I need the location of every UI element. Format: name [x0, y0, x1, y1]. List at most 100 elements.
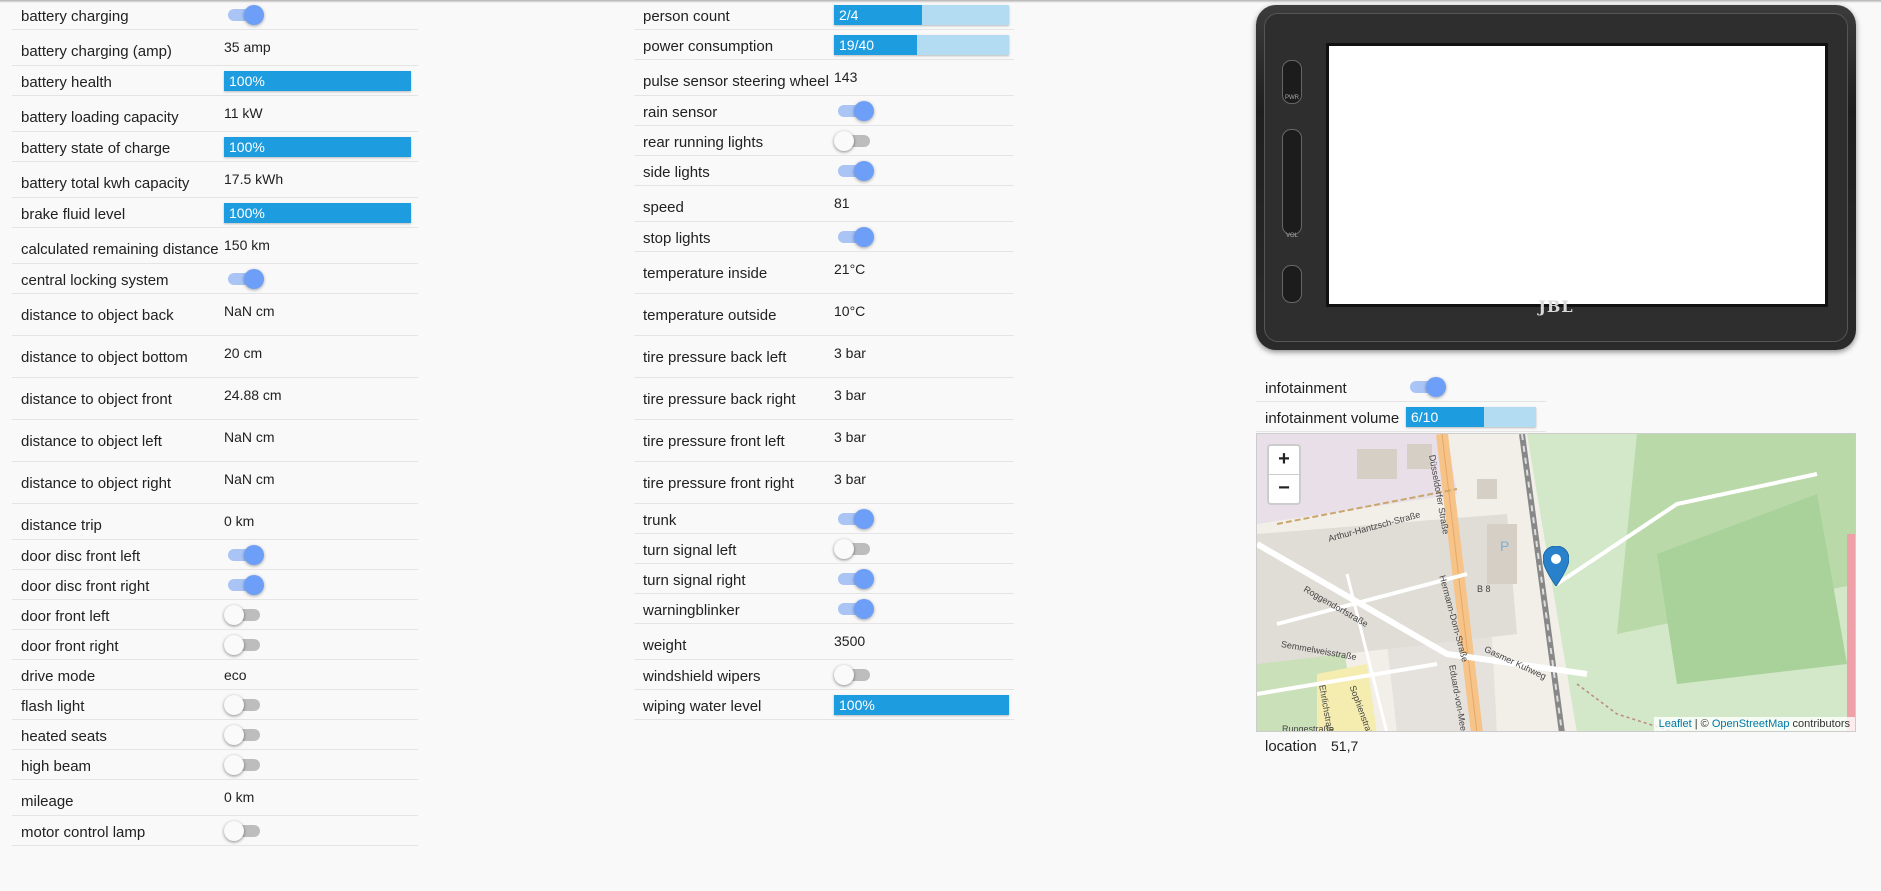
- windshield-wipers-control: [834, 663, 874, 685]
- distance-to-object-right-label: distance to object right: [21, 475, 172, 492]
- door-disc-front-right-toggle[interactable]: [224, 575, 264, 595]
- infotainment-volume-control: 6/10: [1406, 407, 1536, 427]
- map-label-b-8: B 8: [1477, 584, 1491, 594]
- stop-lights-toggle[interactable]: [834, 227, 874, 247]
- distance-to-object-front-label: distance to object front: [21, 391, 172, 408]
- central-locking-system-label: central locking system: [21, 272, 169, 289]
- rear-running-lights-toggle[interactable]: [834, 131, 874, 151]
- attribution-tail: contributors: [1789, 718, 1850, 730]
- door-disc-front-left-control: [224, 543, 264, 565]
- row-stop-lights: stop lights: [634, 222, 1014, 252]
- tire-pressure-back-right-control: 3 bar: [834, 385, 866, 405]
- speed-value: 81: [834, 195, 850, 211]
- battery-loading-capacity-value: 11 kW: [224, 105, 263, 121]
- leaflet-link[interactable]: Leaflet: [1659, 718, 1692, 730]
- battery-health-progress-text: 100%: [229, 73, 265, 89]
- zoom-in-button[interactable]: +: [1269, 446, 1299, 474]
- tire-pressure-front-left-value: 3 bar: [834, 429, 866, 445]
- door-disc-front-right-label: door disc front right: [21, 578, 150, 595]
- door-front-left-label: door front left: [21, 608, 110, 625]
- tire-pressure-front-right-value: 3 bar: [834, 471, 866, 487]
- mileage-label: mileage: [21, 793, 74, 810]
- zoom-control: + −: [1267, 444, 1301, 505]
- drive-mode-label: drive mode: [21, 668, 96, 685]
- side-lights-toggle[interactable]: [834, 161, 874, 181]
- weight-value: 3500: [834, 633, 866, 649]
- door-front-left-toggle[interactable]: [224, 605, 264, 625]
- row-warningblinker: warningblinker: [634, 594, 1014, 624]
- temperature-inside-label: temperature inside: [643, 265, 768, 282]
- mileage-value: 0 km: [224, 789, 255, 805]
- warningblinker-toggle[interactable]: [834, 599, 874, 619]
- calculated-remaining-distance-label: calculated remaining distance: [21, 241, 219, 258]
- heated-seats-toggle[interactable]: [224, 725, 264, 745]
- row-brake-fluid-level: brake fluid level 100%: [12, 198, 418, 228]
- brake-fluid-level-progress-bar: 100%: [224, 203, 411, 223]
- calculated-remaining-distance-control: 150 km: [224, 235, 270, 255]
- battery-loading-capacity-control: 11 kW: [224, 103, 263, 123]
- location-map[interactable]: + − Düsseldorfer Straße Arthur-Hantzsch-S…: [1256, 433, 1856, 732]
- row-wiping-water-level: wiping water level 100%: [634, 690, 1014, 720]
- row-distance-to-object-right: distance to object right NaN cm: [12, 462, 418, 504]
- volume-rocker[interactable]: [1282, 129, 1302, 235]
- map-marker-icon[interactable]: [1543, 546, 1569, 586]
- pulse-sensor-steering-wheel-value: 143: [834, 69, 858, 85]
- high-beam-control: [224, 753, 264, 775]
- row-rear-running-lights: rear running lights: [634, 126, 1014, 156]
- device-screen[interactable]: [1326, 43, 1828, 307]
- temperature-inside-control: 21°C: [834, 259, 865, 279]
- row-battery-loading-capacity: battery loading capacity 11 kW: [12, 96, 418, 132]
- tire-pressure-back-right-label: tire pressure back right: [643, 391, 796, 408]
- windshield-wipers-toggle[interactable]: [834, 665, 874, 685]
- battery-charging-toggle[interactable]: [224, 5, 264, 25]
- battery-charging-label: battery charging: [21, 8, 129, 25]
- battery-charging-amp-value: 35 amp: [224, 39, 271, 55]
- power-consumption-control: 19/40: [834, 35, 1009, 55]
- tire-pressure-front-left-label: tire pressure front left: [643, 433, 785, 450]
- trunk-toggle[interactable]: [834, 509, 874, 529]
- row-door-front-right: door front right: [12, 630, 418, 660]
- tire-pressure-back-right-value: 3 bar: [834, 387, 866, 403]
- attribution-separator: | ©: [1691, 718, 1712, 730]
- turn-signal-left-toggle[interactable]: [834, 539, 874, 559]
- row-power-consumption: power consumption 19/40: [634, 30, 1014, 60]
- high-beam-toggle[interactable]: [224, 755, 264, 775]
- map-attribution: Leaflet | © OpenStreetMap contributors: [1653, 717, 1855, 731]
- row-door-disc-front-right: door disc front right: [12, 570, 418, 600]
- row-pulse-sensor-steering-wheel: pulse sensor steering wheel 143: [634, 60, 1014, 96]
- distance-to-object-bottom-value: 20 cm: [224, 345, 263, 361]
- row-windshield-wipers: windshield wipers: [634, 660, 1014, 690]
- central-locking-system-toggle[interactable]: [224, 269, 264, 289]
- door-disc-front-left-toggle[interactable]: [224, 545, 264, 565]
- infotainment-toggle[interactable]: [1406, 377, 1446, 397]
- turn-signal-left-control: [834, 537, 874, 559]
- infotainment-volume-label: infotainment volume: [1265, 410, 1400, 427]
- rain-sensor-label: rain sensor: [643, 104, 718, 121]
- rain-sensor-toggle[interactable]: [834, 101, 874, 121]
- tire-pressure-back-left-label: tire pressure back left: [643, 349, 787, 366]
- row-calculated-remaining-distance: calculated remaining distance 150 km: [12, 228, 418, 264]
- battery-state-of-charge-label: battery state of charge: [21, 140, 171, 157]
- infotainment-device: PWR VOL JBL: [1256, 5, 1856, 350]
- map-label-p: P: [1500, 538, 1510, 554]
- central-locking-system-control: [224, 267, 264, 289]
- person-count-control: 2/4: [834, 5, 1009, 25]
- osm-link[interactable]: OpenStreetMap: [1712, 718, 1790, 730]
- flash-light-toggle[interactable]: [224, 695, 264, 715]
- zoom-out-button[interactable]: −: [1269, 474, 1299, 503]
- left-column: battery charging battery charging (amp) 35…: [12, 0, 418, 846]
- right-column: infotainment infotainment volume 6/10: [1256, 372, 1546, 432]
- door-front-right-toggle[interactable]: [224, 635, 264, 655]
- row-high-beam: high beam: [12, 750, 418, 780]
- calculated-remaining-distance-value: 150 km: [224, 237, 270, 253]
- row-trunk: trunk: [634, 504, 1014, 534]
- battery-charging-control: [224, 3, 264, 25]
- person-count-label: person count: [643, 8, 730, 25]
- row-battery-state-of-charge: battery state of charge 100%: [12, 132, 418, 162]
- distance-to-object-bottom-control: 20 cm: [224, 343, 262, 363]
- motor-control-lamp-toggle[interactable]: [224, 821, 264, 841]
- row-temperature-inside: temperature inside 21°C: [634, 252, 1014, 294]
- battery-state-of-charge-progress-text: 100%: [229, 139, 265, 155]
- middle-column: person count 2/4 power consumption 19/40 pul…: [634, 0, 1014, 720]
- turn-signal-right-toggle[interactable]: [834, 569, 874, 589]
